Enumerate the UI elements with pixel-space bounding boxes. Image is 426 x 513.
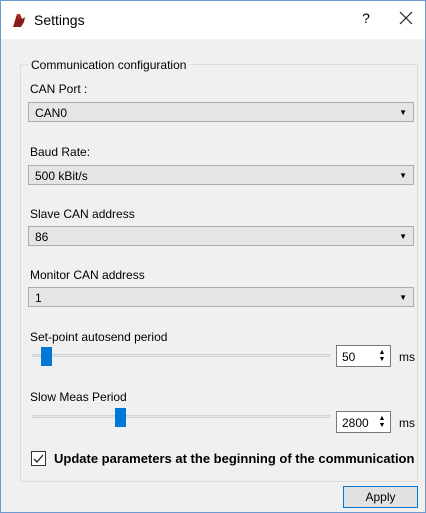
slow-meas-slider-thumb[interactable] (115, 408, 127, 427)
update-params-label: Update parameters at the beginning of th… (54, 451, 415, 466)
setpoint-period-label: Set-point autosend period (30, 330, 168, 344)
baud-rate-select[interactable]: 500 kBit/s ▼ (28, 165, 414, 185)
window-title: Settings (34, 12, 85, 28)
spin-down-icon[interactable]: ▼ (377, 356, 387, 363)
chevron-down-icon: ▼ (399, 171, 407, 180)
baud-rate-label: Baud Rate: (30, 145, 91, 159)
apply-button[interactable]: Apply (343, 486, 418, 508)
spin-buttons[interactable]: ▲ ▼ (377, 349, 387, 363)
can-port-select[interactable]: CAN0 ▼ (28, 102, 414, 122)
chevron-down-icon: ▼ (399, 232, 407, 241)
setpoint-period-value: 50 (342, 350, 356, 364)
spin-up-icon[interactable]: ▲ (377, 415, 387, 422)
setpoint-slider-thumb[interactable] (40, 347, 52, 366)
slow-meas-unit: ms (399, 416, 415, 430)
close-icon[interactable] (395, 7, 417, 29)
setpoint-period-spinbox[interactable]: 50 ▲ ▼ (336, 345, 391, 367)
chevron-down-icon: ▼ (399, 293, 407, 302)
checkmark-icon (33, 454, 44, 463)
help-button[interactable]: ? (357, 10, 375, 26)
monitor-address-select[interactable]: 1 ▼ (28, 287, 414, 307)
monitor-address-value: 1 (35, 291, 42, 305)
update-params-checkbox[interactable] (31, 451, 46, 466)
title-bar: Settings ? (1, 1, 425, 39)
spin-up-icon[interactable]: ▲ (377, 349, 387, 356)
spin-down-icon[interactable]: ▼ (377, 422, 387, 429)
slave-address-select[interactable]: 86 ▼ (28, 226, 414, 246)
slave-address-value: 86 (35, 230, 49, 244)
setpoint-period-unit: ms (399, 350, 415, 364)
can-port-value: CAN0 (35, 106, 68, 120)
slave-address-label: Slave CAN address (30, 207, 135, 221)
setpoint-period-slider[interactable] (32, 354, 330, 357)
slow-meas-label: Slow Meas Period (30, 390, 127, 404)
chevron-down-icon: ▼ (399, 108, 407, 117)
slow-meas-value: 2800 (342, 416, 369, 430)
app-logo-icon (13, 14, 25, 27)
group-title: Communication configuration (28, 58, 190, 72)
baud-rate-value: 500 kBit/s (35, 169, 88, 183)
slow-meas-slider[interactable] (32, 415, 330, 418)
can-port-label: CAN Port : (30, 82, 88, 96)
slow-meas-spinbox[interactable]: 2800 ▲ ▼ (336, 411, 391, 433)
spin-buttons[interactable]: ▲ ▼ (377, 415, 387, 429)
settings-dialog: Settings ? Communication configuration C… (0, 0, 426, 513)
monitor-address-label: Monitor CAN address (30, 268, 145, 282)
